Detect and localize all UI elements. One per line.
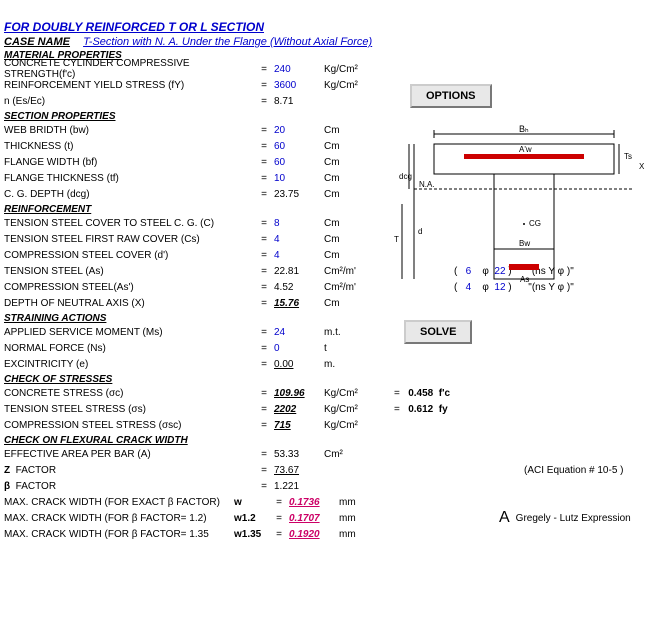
svg-text:Bw: Bw <box>519 239 530 248</box>
solve-button[interactable]: SOLVE <box>404 320 472 344</box>
dcg-label: C. G. DEPTH (dcg) <box>4 189 254 200</box>
svg-text:CG: CG <box>529 219 541 228</box>
title-line <box>4 4 662 18</box>
section-check-stress: CHECK OF STRESSES <box>4 374 662 385</box>
tf-value: 10 <box>274 173 324 184</box>
svg-text:T: T <box>394 235 399 244</box>
asc-label: COMPRESSION STEEL(As') <box>4 282 254 293</box>
a-value: 53.33 <box>274 449 324 460</box>
svg-text:d: d <box>418 227 422 236</box>
section-check-crack: CHECK ON FLEXURAL CRACK WIDTH <box>4 435 662 446</box>
svg-text:Bₕ: Bₕ <box>519 124 529 134</box>
t-label: THICKNESS (t) <box>4 141 254 152</box>
gl-note: Gregely - Lutz Expression <box>516 513 631 524</box>
c-value: 8 <box>274 218 324 229</box>
fy-unit: Kg/Cm² <box>324 80 374 91</box>
fy-value: 3600 <box>274 80 324 91</box>
b-label: β FACTOR <box>4 481 254 492</box>
d-label: COMPRESSION STEEL COVER (d') <box>4 250 254 261</box>
cs-label: CONCRETE STRESS (σc) <box>4 388 254 399</box>
section-diagram: Bₕ A'w N.A. dcg X Ts T d CG Bw As <box>394 124 664 287</box>
fc-unit: Kg/Cm² <box>324 64 374 75</box>
title-line2: FOR DOUBLY REINFORCED T OR L SECTION <box>4 20 662 34</box>
w12-label: MAX. CRACK WIDTH (FOR β FACTOR= 1.2) <box>4 513 234 524</box>
svg-text:Ts: Ts <box>624 152 632 161</box>
bw-value: 20 <box>274 125 324 136</box>
ms-value: 24 <box>274 327 324 338</box>
fc-label: CONCRETE CYLINDER COMPRESSIVE STRENGTH(f… <box>4 58 254 80</box>
a-label: EFFECTIVE AREA PER BAR (A) <box>4 449 254 460</box>
aci-note: (ACI Equation # 10-5 ) <box>524 465 624 476</box>
asc-value: 4.52 <box>274 282 324 293</box>
as-value: 22.81 <box>274 266 324 277</box>
w135-label: MAX. CRACK WIDTH (FOR β FACTOR= 1.35 <box>4 529 234 540</box>
e-value: 0.00 <box>274 359 324 370</box>
e-label: EXCINTRICITY (e) <box>4 359 254 370</box>
d-value: 4 <box>274 250 324 261</box>
w12-value: 0.1707 <box>289 513 339 524</box>
ns-value: 0 <box>274 343 324 354</box>
svg-text:A'w: A'w <box>519 145 532 154</box>
options-button[interactable]: OPTIONS <box>410 84 492 108</box>
a-symbol: A <box>499 509 510 527</box>
n-label: n (Es/Ec) <box>4 96 254 107</box>
bf-value: 60 <box>274 157 324 168</box>
css-label: COMPRESSION STEEL STRESS (σsc) <box>4 420 254 431</box>
bw-label: WEB BRIDTH (bw) <box>4 125 254 136</box>
case-name-label: CASE NAME <box>4 36 70 48</box>
w-value: 0.1736 <box>289 497 339 508</box>
ts-value: 2202 <box>274 404 324 415</box>
cs-value: 109.96 <box>274 388 324 399</box>
case-name-value: T-Section with N. A. Under the Flange (W… <box>83 36 372 48</box>
svg-text:X: X <box>639 162 645 171</box>
z-value: 73.67 <box>274 465 324 476</box>
dcg-value: 23.75 <box>274 189 324 200</box>
tf-label: FLANGE THICKNESS (tf) <box>4 173 254 184</box>
fy-label: REINFORCEMENT YIELD STRESS (fY) <box>4 80 254 91</box>
t-value: 60 <box>274 141 324 152</box>
x-value: 15.76 <box>274 298 324 309</box>
as-label: TENSION STEEL (As) <box>4 266 254 277</box>
bf-label: FLANGE WIDTH (bf) <box>4 157 254 168</box>
cs-value: 4 <box>274 234 324 245</box>
w135-value: 0.1920 <box>289 529 339 540</box>
svg-text:N.A.: N.A. <box>419 180 435 189</box>
ns-label: NORMAL FORCE (Ns) <box>4 343 254 354</box>
z-label: Z FACTOR <box>4 465 254 476</box>
svg-text:dcg: dcg <box>399 172 412 181</box>
x-label: DEPTH OF NEUTRAL AXIS (X) <box>4 298 254 309</box>
w-label: MAX. CRACK WIDTH (FOR EXACT β FACTOR) <box>4 497 234 508</box>
svg-text:As: As <box>520 275 529 284</box>
section-straining: STRAINING ACTIONS <box>4 313 662 324</box>
ts-label: TENSION STEEL STRESS (σs) <box>4 404 254 415</box>
cs-label: TENSION STEEL FIRST RAW COVER (Cs) <box>4 234 254 245</box>
case-name-row: CASE NAME T-Section with N. A. Under the… <box>4 36 662 48</box>
fc-value: 240 <box>274 64 324 75</box>
css-value: 715 <box>274 420 324 431</box>
b-value: 1.221 <box>274 481 324 492</box>
n-value: 8.71 <box>274 96 324 107</box>
section-properties: SECTION PROPERTIES <box>4 111 662 122</box>
c-label: TENSION STEEL COVER TO STEEL C. G. (C) <box>4 218 254 229</box>
ms-label: APPLIED SERVICE MOMENT (Ms) <box>4 327 254 338</box>
